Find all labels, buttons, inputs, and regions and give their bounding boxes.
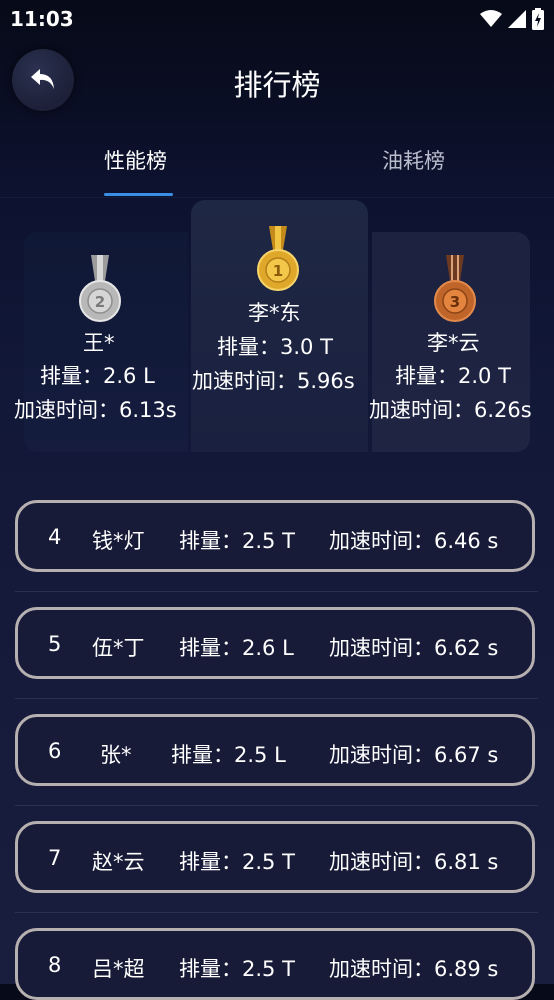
bronze-medal-icon: 3: [434, 255, 476, 322]
podium-name-third: 李*云: [427, 331, 480, 355]
podium-name-second: 王*: [83, 331, 115, 355]
displacement: 排量：2.5 T: [179, 957, 295, 981]
podium-accel-first: 加速时间：5.96s: [192, 369, 355, 393]
signal-icon: [508, 10, 526, 28]
svg-text:1: 1: [273, 262, 283, 280]
podium-name-first: 李*东: [248, 301, 301, 325]
podium-displacement-third: 排量：2.0 T: [395, 364, 511, 388]
accel-time: 加速时间：6.46 s: [329, 529, 499, 553]
displacement: 排量：2.5 L: [171, 743, 286, 767]
driver-name: 伍*丁: [92, 636, 145, 660]
list-item[interactable]: 5 伍*丁 排量：2.6 L 加速时间：6.62 s: [15, 607, 535, 679]
rank-number: 6: [48, 739, 62, 763]
accel-time: 加速时间：6.89 s: [329, 957, 499, 981]
rank-number: 5: [48, 632, 62, 656]
tab-fuel-consumption[interactable]: 油耗榜: [382, 145, 445, 175]
row-divider: [15, 698, 538, 699]
driver-name: 吕*超: [92, 957, 145, 981]
svg-text:2: 2: [95, 293, 105, 311]
driver-name: 赵*云: [92, 850, 145, 874]
row-divider: [15, 912, 538, 913]
podium-displacement-first: 排量：3.0 T: [217, 335, 333, 359]
wifi-icon: [480, 10, 502, 27]
silver-medal-icon: 2: [79, 255, 121, 322]
accel-time: 加速时间：6.67 s: [329, 743, 499, 767]
gold-medal-icon: 1: [257, 226, 299, 291]
battery-icon: [532, 8, 544, 30]
rank-number: 4: [48, 525, 62, 549]
rank-number: 7: [48, 846, 62, 870]
status-bar: 11:03: [0, 0, 554, 36]
tab-divider: [0, 197, 554, 198]
row-divider: [15, 805, 538, 806]
list-item[interactable]: 6 张* 排量：2.5 L 加速时间：6.67 s: [15, 714, 535, 786]
podium-displacement-second: 排量：2.6 L: [40, 364, 155, 388]
svg-text:3: 3: [450, 293, 460, 311]
podium-accel-second: 加速时间：6.13s: [14, 398, 177, 422]
row-divider: [15, 591, 538, 592]
displacement: 排量：2.5 T: [179, 529, 295, 553]
driver-name: 钱*灯: [92, 529, 145, 553]
accel-time: 加速时间：6.81 s: [329, 850, 499, 874]
rank-number: 8: [48, 953, 62, 977]
list-item[interactable]: 7 赵*云 排量：2.5 T 加速时间：6.81 s: [15, 821, 535, 893]
displacement: 排量：2.5 T: [179, 850, 295, 874]
podium-accel-third: 加速时间：6.26s: [369, 398, 532, 422]
active-tab-indicator: [104, 193, 173, 196]
driver-name: 张*: [100, 743, 132, 767]
status-time: 11:03: [10, 7, 74, 31]
status-icons: [480, 8, 544, 30]
page-title: 排行榜: [233, 68, 321, 102]
accel-time: 加速时间：6.62 s: [329, 636, 499, 660]
tab-performance[interactable]: 性能榜: [104, 145, 167, 175]
list-item[interactable]: 4 钱*灯 排量：2.5 T 加速时间：6.46 s: [15, 500, 535, 572]
list-item[interactable]: 8 吕*超 排量：2.5 T 加速时间：6.89 s: [15, 928, 535, 1000]
displacement: 排量：2.6 L: [179, 636, 294, 660]
